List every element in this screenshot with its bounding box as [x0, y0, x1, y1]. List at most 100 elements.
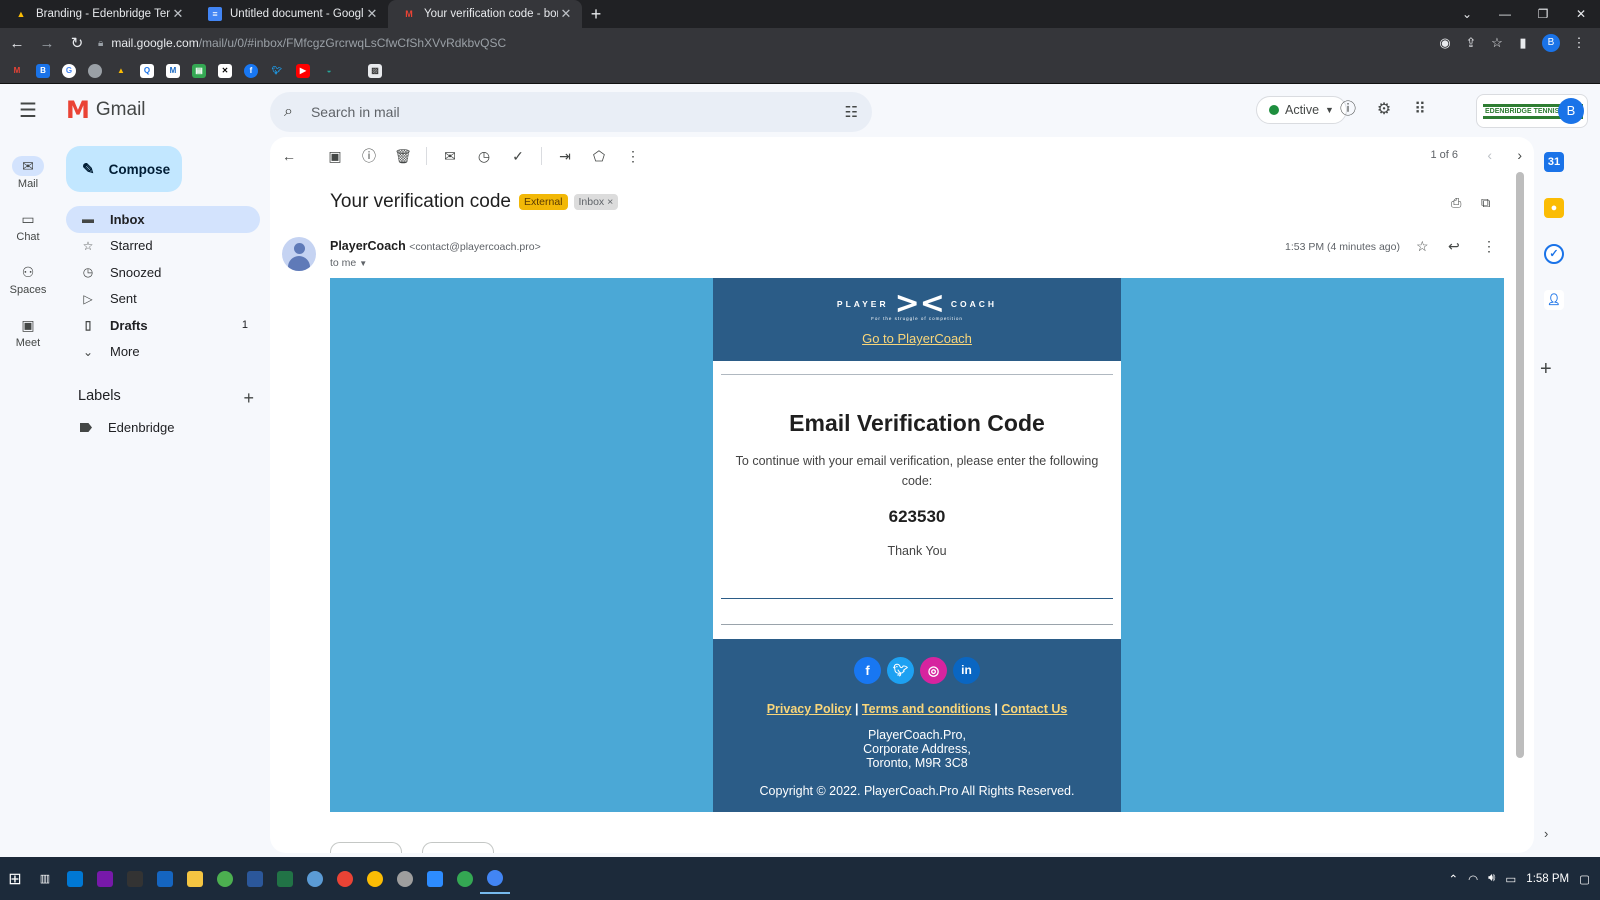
- forward-icon[interactable]: →: [34, 30, 60, 56]
- chrome-taskbar-icon[interactable]: [210, 864, 240, 894]
- side-panel-icon[interactable]: ▮: [1510, 35, 1536, 51]
- sheet-bookmark-icon[interactable]: ▤: [192, 63, 206, 78]
- recipient-details[interactable]: to me ▼: [330, 257, 367, 269]
- tray-overflow-icon[interactable]: ⌃: [1448, 872, 1458, 886]
- search-input[interactable]: Search in mail: [311, 104, 845, 120]
- chrome-taskbar-icon[interactable]: [330, 864, 360, 894]
- reply-icon[interactable]: ↩: [1448, 238, 1460, 255]
- rail-spaces[interactable]: ⚇ Spaces: [0, 252, 56, 305]
- x-bookmark-icon[interactable]: ✕: [218, 63, 232, 78]
- facebook-bookmark-icon[interactable]: f: [244, 63, 258, 78]
- battery-icon[interactable]: ▭: [1505, 872, 1516, 886]
- chrome-menu-icon[interactable]: ⋮: [1566, 35, 1592, 51]
- close-window-icon[interactable]: ✕: [1562, 0, 1600, 28]
- privacy-policy-link[interactable]: Privacy Policy: [767, 702, 852, 716]
- remove-label-icon[interactable]: ×: [607, 196, 613, 208]
- browser-tab-active[interactable]: M Your verification code - boris@e ✕: [388, 0, 582, 28]
- terms-link[interactable]: Terms and conditions: [862, 702, 991, 716]
- globe-bookmark-icon[interactable]: [88, 63, 102, 78]
- twitter-bookmark-icon[interactable]: 🐦︎: [270, 64, 284, 78]
- volume-icon[interactable]: 🔊︎: [1488, 872, 1495, 885]
- message-more-icon[interactable]: ⋮: [1482, 238, 1496, 255]
- excel-taskbar-icon[interactable]: [270, 864, 300, 894]
- minimize-icon[interactable]: —: [1486, 0, 1524, 28]
- notifications-icon[interactable]: ▢: [1579, 872, 1590, 886]
- reload-icon[interactable]: ↻: [64, 30, 90, 56]
- google-bookmark-icon[interactable]: G: [62, 63, 76, 78]
- q-bookmark-icon[interactable]: Q: [140, 63, 154, 78]
- address-bar[interactable]: 🔒︎ mail.google.com /mail/u/0/#inbox/FMfc…: [98, 30, 1432, 56]
- youtube-bookmark-icon[interactable]: ▶: [296, 63, 310, 78]
- calendar-icon[interactable]: 31: [1544, 152, 1564, 172]
- nav-item-more[interactable]: ⌄ More: [66, 339, 260, 366]
- go-to-playercoach-link[interactable]: Go to PlayerCoach: [862, 331, 972, 346]
- open-new-window-icon[interactable]: ⧉: [1481, 195, 1490, 211]
- close-tab-icon[interactable]: ✕: [170, 6, 186, 22]
- scrollbar[interactable]: [1516, 172, 1524, 758]
- instagram-icon[interactable]: ◎: [920, 657, 947, 684]
- add-label-icon[interactable]: +: [243, 388, 254, 409]
- back-to-inbox-icon[interactable]: ←: [272, 148, 306, 164]
- restore-icon[interactable]: ❐: [1524, 0, 1562, 28]
- snooze-icon[interactable]: ◷: [467, 148, 501, 165]
- sender-name[interactable]: PlayerCoach: [330, 239, 406, 253]
- reply-button[interactable]: [330, 842, 402, 853]
- eye-icon[interactable]: ◉: [1432, 35, 1458, 51]
- clock-time[interactable]: 1:58 PM: [1526, 873, 1569, 885]
- nav-item-drafts[interactable]: ▯ Drafts 1: [66, 312, 260, 339]
- search-icon[interactable]: ⌕: [284, 103, 293, 121]
- contact-us-link[interactable]: Contact Us: [1001, 702, 1067, 716]
- print-icon[interactable]: ⎙: [1451, 195, 1461, 211]
- status-dropdown[interactable]: Active ▼: [1256, 96, 1347, 124]
- gmail-logo[interactable]: M Gmail: [66, 96, 146, 124]
- forward-button[interactable]: [422, 842, 494, 853]
- keep-icon[interactable]: ●: [1544, 198, 1564, 218]
- search-bar[interactable]: ⌕ Search in mail ☷: [270, 92, 872, 132]
- windows-start-icon[interactable]: ⊞: [0, 864, 30, 894]
- file-explorer-taskbar-icon[interactable]: [180, 864, 210, 894]
- network-icon[interactable]: ◠: [1468, 872, 1478, 886]
- share-icon[interactable]: ⇪: [1458, 35, 1484, 51]
- nav-item-snoozed[interactable]: ◷ Snoozed: [66, 259, 260, 286]
- twitter-icon[interactable]: 🐦︎: [887, 657, 914, 684]
- star-message-icon[interactable]: ☆: [1416, 238, 1429, 255]
- shell-bookmark-icon[interactable]: ◒: [322, 64, 336, 78]
- facebook-icon[interactable]: f: [854, 657, 881, 684]
- older-chevron-icon[interactable]: ›: [1517, 147, 1522, 163]
- show-side-panel-icon[interactable]: ›: [1544, 826, 1548, 841]
- app-taskbar-icon[interactable]: [390, 864, 420, 894]
- task-view-icon[interactable]: ▥: [30, 864, 60, 894]
- contacts-icon[interactable]: 👤︎: [1544, 290, 1564, 310]
- new-tab-button[interactable]: +: [582, 0, 610, 28]
- rail-chat[interactable]: ▭ Chat: [0, 199, 56, 252]
- main-menu-icon[interactable]: ☰: [8, 98, 48, 123]
- mark-unread-icon[interactable]: ✉: [433, 148, 467, 165]
- tasks-icon[interactable]: ✓: [1544, 244, 1564, 264]
- chrome-active-taskbar-icon[interactable]: [480, 864, 510, 894]
- move-to-icon[interactable]: ⇥: [548, 148, 582, 165]
- add-task-icon[interactable]: ✓: [501, 148, 535, 165]
- onenote-taskbar-icon[interactable]: [90, 864, 120, 894]
- inbox-label-chip[interactable]: Inbox ×: [573, 194, 619, 210]
- rail-mail[interactable]: ✉ Mail: [0, 146, 56, 199]
- linkedin-icon[interactable]: in: [953, 657, 980, 684]
- label-item[interactable]: Edenbridge: [80, 420, 175, 435]
- archive-icon[interactable]: ▣: [318, 148, 352, 165]
- settings-gear-icon[interactable]: ⚙: [1372, 98, 1396, 122]
- m-bookmark-icon[interactable]: M: [166, 63, 180, 78]
- nav-item-starred[interactable]: ☆ Starred: [66, 233, 260, 260]
- b-bookmark-icon[interactable]: B: [36, 63, 50, 78]
- close-tab-icon[interactable]: ✕: [558, 6, 574, 22]
- apps-grid-icon[interactable]: ⠿: [1408, 98, 1432, 122]
- close-tab-icon[interactable]: ✕: [364, 6, 380, 22]
- terminal-taskbar-icon[interactable]: [120, 864, 150, 894]
- chrome-taskbar-icon[interactable]: [360, 864, 390, 894]
- drive-bookmark-icon[interactable]: ▲: [114, 64, 128, 78]
- bookmark-star-icon[interactable]: ☆: [1484, 35, 1510, 51]
- picture-bookmark-icon[interactable]: ▨: [368, 63, 382, 78]
- more-options-icon[interactable]: ⋮: [616, 148, 650, 165]
- m-app-taskbar-icon[interactable]: [150, 864, 180, 894]
- report-spam-icon[interactable]: ⓘ: [352, 146, 386, 166]
- gmail-bookmark-icon[interactable]: M: [10, 64, 24, 78]
- delete-icon[interactable]: 🗑︎: [386, 148, 420, 165]
